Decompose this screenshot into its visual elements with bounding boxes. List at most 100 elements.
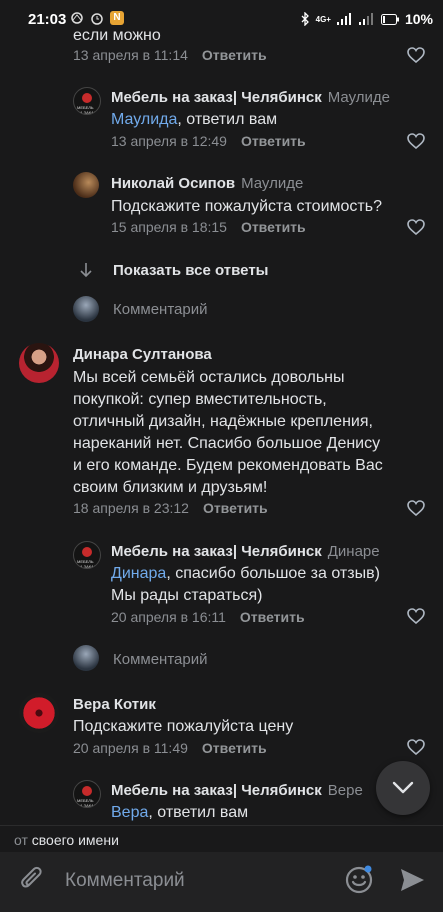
like-heart-icon[interactable] (407, 739, 425, 755)
reply-text-body: , спасибо большое за отзыв) (166, 565, 380, 582)
battery-icon (380, 13, 399, 25)
mention-link[interactable]: Динара (111, 565, 166, 582)
reply-text-body: , ответил вам (148, 804, 249, 821)
composer-divider (0, 825, 443, 826)
status-bar: 21:03 N 4G+ 10% (0, 0, 443, 40)
reply-author[interactable]: Мебель на заказ| Челябинск (111, 89, 322, 106)
reply-button[interactable]: Ответить (241, 133, 306, 149)
shop-logo-icon (82, 93, 92, 103)
comment-date: 13 апреля в 11:14 (73, 47, 188, 63)
shop-avatar[interactable]: МЕБЕЛЬ НА ЗАКАЗ (73, 87, 101, 115)
comment-date: 18 апреля в 23:12 (73, 500, 189, 516)
reply-button[interactable]: Ответить (202, 740, 267, 756)
reply-header: Мебель на заказ| Челябинск Маулиде (111, 89, 390, 106)
reply-meta: 15 апреля в 18:15 Ответить (111, 219, 306, 235)
comment-date: 20 апреля в 11:49 (73, 740, 188, 756)
comment-author[interactable]: Динара Султанова (73, 346, 212, 363)
network-activity-icon (71, 12, 83, 24)
reply-meta: 20 апреля в 16:11 Ответить (111, 609, 305, 625)
reply-to-name[interactable]: Динаре (328, 543, 380, 560)
reply-text: Маулида, ответил вам (111, 109, 277, 131)
user-avatar[interactable] (19, 693, 59, 733)
reply-to-name[interactable]: Вере (328, 782, 363, 799)
network-type-label: 4G+ (315, 14, 331, 24)
alarm-icon (91, 13, 103, 25)
attach-paperclip-icon[interactable] (20, 866, 46, 894)
comment-line: своим близким и друзьям! (73, 479, 268, 496)
reply-comment-input[interactable]: Комментарий (113, 301, 207, 318)
signal-icon-1 (336, 13, 351, 25)
comment-text: Мы всей семьёй остались довольны покупко… (73, 367, 423, 499)
bluetooth-icon (301, 12, 309, 26)
shop-logo-text-icon: МЕБЕЛЬ НА ЗАКАЗ (77, 798, 97, 808)
like-heart-icon[interactable] (407, 133, 425, 149)
like-heart-icon[interactable] (407, 500, 425, 516)
shop-logo-text-icon: МЕБЕЛЬ НА ЗАКАЗ (77, 559, 97, 569)
user-avatar[interactable] (19, 343, 59, 383)
comment-line: отличный дизайн, надёжные крепления, (73, 413, 373, 430)
shop-logo-text-icon: МЕБЕЛЬ НА ЗАКАЗ (77, 105, 97, 115)
reply-button[interactable]: Ответить (241, 219, 306, 235)
reply-date: 15 апреля в 18:15 (111, 219, 227, 235)
emoji-badge-dot (364, 865, 372, 873)
comment-line: Мы всей семьёй остались довольны (73, 369, 345, 386)
reply-comment-input[interactable]: Комментарий (113, 651, 207, 668)
like-heart-icon[interactable] (407, 608, 425, 624)
reply-text-body: , ответил вам (177, 111, 278, 128)
post-as-value[interactable]: своего имени (32, 832, 119, 848)
comment-meta: 20 апреля в 11:49 Ответить (73, 740, 267, 756)
reply-to-name[interactable]: Маулиде (328, 89, 390, 106)
shop-avatar[interactable]: МЕБЕЛЬ НА ЗАКАЗ (73, 541, 101, 569)
battery-percent: 10% (404, 11, 433, 27)
comment-line: и его команде. Будем рекомендовать Вас (73, 457, 383, 474)
reply-button[interactable]: Ответить (202, 47, 267, 63)
reply-text: Динара, спасибо большое за отзыв) Мы рад… (111, 563, 380, 607)
reply-text: Вера, ответил вам (111, 802, 248, 824)
emoji-smile-icon[interactable] (344, 864, 374, 894)
reply-header: Мебель на заказ| Челябинск Динаре (111, 543, 380, 560)
shop-logo-icon (82, 786, 92, 796)
my-avatar (73, 296, 99, 322)
chevron-down-icon (392, 781, 414, 794)
reply-button[interactable]: Ответить (240, 609, 305, 625)
comment-text: Подскажите пожалуйста цену (73, 718, 294, 735)
comment-input[interactable]: Комментарий (65, 870, 185, 892)
comment-line: нареканий нет. Спасибо большое Денису (73, 435, 381, 452)
signal-icon-2 (358, 13, 373, 25)
reply-meta: 13 апреля в 12:49 Ответить (111, 133, 306, 149)
mention-link[interactable]: Маулида (111, 111, 177, 128)
comment-meta: 18 апреля в 23:12 Ответить (73, 500, 268, 516)
reply-header: Николай Осипов Маулиде (111, 175, 303, 192)
reply-button[interactable]: Ответить (203, 500, 268, 516)
shop-logo-icon (82, 547, 92, 557)
comment-author[interactable]: Вера Котик (73, 696, 156, 713)
comment-meta: 13 апреля в 11:14 Ответить (73, 47, 267, 63)
post-as-prefix: от (14, 832, 28, 848)
reply-author[interactable]: Мебель на заказ| Челябинск (111, 543, 322, 560)
status-time: 21:03 (28, 11, 67, 28)
reply-header: Мебель на заказ| Челябинск Вере (111, 782, 363, 799)
status-left-icons: N (70, 11, 124, 25)
my-avatar (73, 645, 99, 671)
like-heart-icon[interactable] (407, 219, 425, 235)
reply-text: Подскажите пожалуйста стоимость? (111, 198, 382, 215)
user-avatar[interactable] (73, 172, 99, 198)
show-all-replies-button[interactable]: Показать все ответы (113, 262, 268, 279)
reply-to-name[interactable]: Маулиде (241, 175, 303, 192)
shop-avatar[interactable]: МЕБЕЛЬ НА ЗАКАЗ (73, 780, 101, 808)
mention-link[interactable]: Вера (111, 804, 148, 821)
arrow-down-icon (80, 263, 92, 278)
like-heart-icon[interactable] (407, 47, 425, 63)
comment-text-partial: если можно (73, 27, 161, 44)
comment-line: покупкой: супер вместительность, (73, 391, 327, 408)
reply-author[interactable]: Николай Осипов (111, 175, 235, 192)
status-right-icons: 4G+ 10% (300, 11, 433, 27)
notification-badge-icon: N (110, 11, 124, 25)
reply-text-body: Мы рады стараться) (111, 587, 263, 604)
scroll-down-button[interactable] (376, 761, 430, 815)
send-icon[interactable] (398, 866, 426, 894)
reply-author[interactable]: Мебель на заказ| Челябинск (111, 782, 322, 799)
reply-date: 20 апреля в 16:11 (111, 609, 226, 625)
post-as-selector[interactable]: от своего имени (14, 832, 119, 848)
reply-date: 13 апреля в 12:49 (111, 133, 227, 149)
